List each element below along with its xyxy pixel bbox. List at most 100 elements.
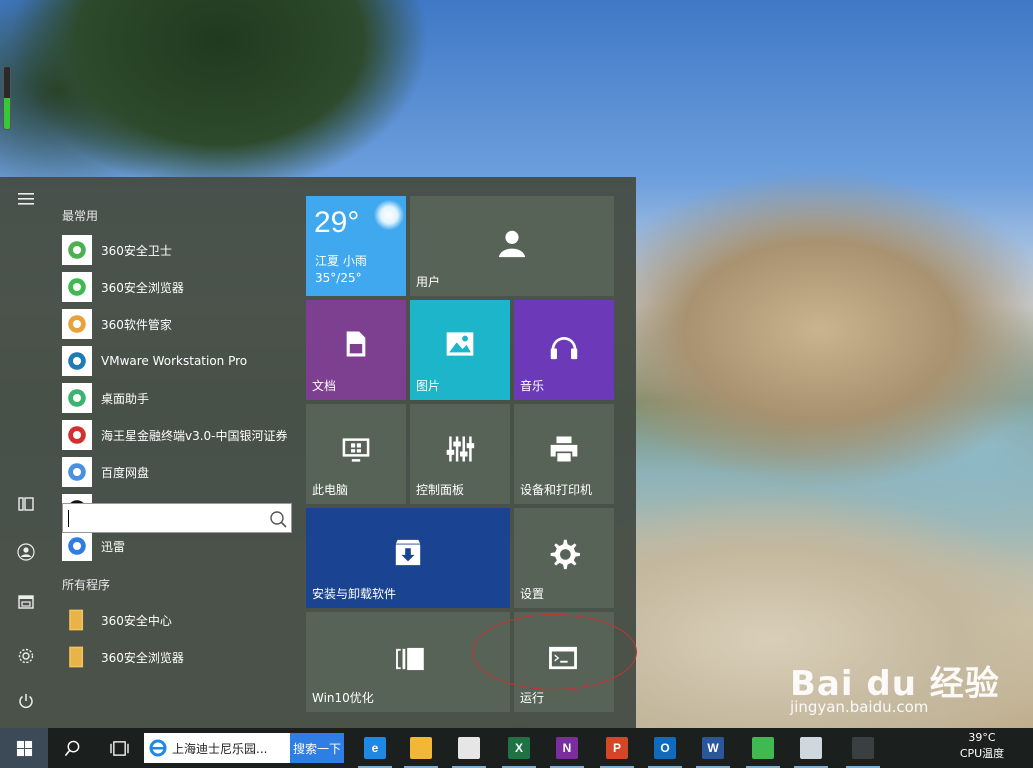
search-input[interactable]: [69, 508, 269, 530]
task-view-button[interactable]: [98, 728, 140, 768]
this-pc-tile-label: 此电脑: [312, 483, 349, 497]
app-list-item-label: 桌面助手: [101, 391, 150, 406]
ie-search-widget[interactable]: 上海迪士尼乐园... 搜索一下: [144, 733, 344, 763]
watermark-url: jingyan.baidu.com: [790, 698, 929, 716]
pictures-tile-label: 图片: [416, 379, 441, 393]
person-icon: [495, 226, 529, 260]
word-icon: W: [702, 737, 724, 759]
power-button[interactable]: [10, 687, 42, 715]
taskbar-app-button[interactable]: [742, 728, 784, 768]
gear-icon: [852, 737, 874, 759]
taskbar-app-button[interactable]: [842, 728, 884, 768]
360-browser-icon: [62, 272, 92, 302]
weather-location: 江夏 小雨: [315, 254, 367, 268]
sliders-icon: [442, 432, 478, 466]
pictures-tile[interactable]: 图片: [410, 300, 510, 400]
taskbar-app-button[interactable]: [400, 728, 442, 768]
taskbar-search-button[interactable]: [52, 728, 92, 768]
baidu-jingyan-watermark: Bai du 经验 jingyan.baidu.com: [790, 652, 1030, 722]
hamburger-menu-button[interactable]: [10, 185, 42, 213]
taskbar: 上海迪士尼乐园... 搜索一下 e X N P O W 39°C CPU温度: [0, 728, 1033, 768]
app-list-item[interactable]: 360安全浏览器: [62, 640, 300, 674]
app-list-item[interactable]: VMware Workstation Pro: [62, 344, 300, 378]
app-list-item[interactable]: 360软件管家: [62, 307, 300, 341]
start-button[interactable]: [0, 728, 48, 768]
settings-tile-label: 设置: [520, 587, 545, 601]
taskbar-app-button[interactable]: [448, 728, 490, 768]
documents-tile-label: 文档: [312, 379, 337, 393]
outlook-icon: O: [654, 737, 676, 759]
app-list-item-label: 360安全卫士: [101, 243, 172, 258]
tablet-mode-icon: [18, 497, 34, 511]
360-software-manager-icon: [62, 309, 92, 339]
side-gauge-fill: [4, 98, 10, 129]
app-list-item-label: 海王星金融终端v3.0-中国银河证券: [101, 428, 288, 443]
taskbar-app-button[interactable]: X: [498, 728, 540, 768]
devices-printers-tile[interactable]: 设备和打印机: [514, 404, 614, 504]
wallpaper-trees: [0, 0, 470, 180]
app-list: 最常用 360安全卫士 360安全浏览器 360软件管家 VMware Worksta…: [52, 177, 302, 728]
user-tile[interactable]: 用户: [410, 196, 614, 296]
search-icon[interactable]: [269, 510, 287, 528]
control-panel-tile-label: 控制面板: [416, 483, 465, 497]
control-panel-tile[interactable]: 控制面板: [410, 404, 510, 504]
taskbar-app-button[interactable]: O: [644, 728, 686, 768]
highlight-ellipse: [472, 614, 637, 690]
app-list-item-label: VMware Workstation Pro: [101, 354, 248, 368]
all-programs-heading[interactable]: 所有程序: [62, 576, 110, 593]
onenote-icon: N: [556, 737, 578, 759]
cpu-temperature-tray[interactable]: 39°C CPU温度: [952, 730, 1012, 762]
install-uninstall-tile-label: 安装与卸载软件: [312, 587, 397, 601]
app-list-item[interactable]: 百度网盘: [62, 455, 300, 489]
360-browser-icon: [752, 737, 774, 759]
ie-search-text[interactable]: 上海迪士尼乐园...: [172, 740, 275, 757]
weather-tile[interactable]: 29° 江夏 小雨 35°/25°: [306, 196, 406, 296]
install-uninstall-tile[interactable]: 安装与卸载软件: [306, 508, 510, 608]
excel-icon: X: [508, 737, 530, 759]
taskbar-app-button[interactable]: P: [596, 728, 638, 768]
win10-optimize-tile-label: Win10优化: [312, 691, 374, 705]
documents-tile[interactable]: 文档: [306, 300, 406, 400]
app-list-item[interactable]: 360安全中心: [62, 603, 300, 637]
xunlei-icon: [62, 531, 92, 561]
power-icon: [19, 694, 33, 709]
side-gauge-widget: [3, 66, 11, 130]
cpu-temperature-value: 39°C: [968, 731, 996, 744]
folder-icon: [62, 605, 92, 635]
user-account-button[interactable]: [10, 538, 42, 566]
app-list-item[interactable]: 360安全卫士: [62, 233, 300, 267]
app-list-item-label: 迅雷: [101, 539, 126, 554]
desktop-assistant-icon: [62, 383, 92, 413]
app-list-item[interactable]: 360安全浏览器: [62, 270, 300, 304]
weather-range: 35°/25°: [315, 271, 362, 285]
powerpoint-icon: P: [606, 737, 628, 759]
task-view-rail-button[interactable]: [10, 490, 42, 518]
taskbar-app-button[interactable]: e: [354, 728, 396, 768]
start-left-rail: [0, 177, 52, 728]
settings-rail-button[interactable]: [10, 642, 42, 670]
app-list-item-label: 360安全浏览器: [101, 280, 184, 295]
taskbar-app-button[interactable]: [790, 728, 832, 768]
user-tile-label: 用户: [416, 275, 441, 289]
folder-icon: [62, 642, 92, 672]
file-explorer-rail-button[interactable]: [10, 588, 42, 616]
paint-icon: [800, 737, 822, 759]
taskbar-app-button[interactable]: W: [692, 728, 734, 768]
hamburger-icon: [18, 193, 34, 205]
music-tile[interactable]: 音乐: [514, 300, 614, 400]
edge-icon: e: [364, 737, 386, 759]
taskbar-app-button[interactable]: N: [546, 728, 588, 768]
gear-icon: [546, 536, 582, 572]
this-pc-tile[interactable]: 此电脑: [306, 404, 406, 504]
ie-search-button[interactable]: 搜索一下: [290, 733, 344, 763]
search-box[interactable]: [62, 503, 292, 533]
app-list-item[interactable]: 迅雷: [62, 529, 300, 563]
sun-icon: [374, 200, 404, 230]
run-tile-label: 运行: [520, 691, 545, 705]
music-tile-label: 音乐: [520, 379, 545, 393]
app-list-item[interactable]: 海王星金融终端v3.0-中国银河证券: [62, 418, 300, 452]
baidu-netdisk-icon: [62, 457, 92, 487]
settings-tile[interactable]: 设置: [514, 508, 614, 608]
app-list-item[interactable]: 桌面助手: [62, 381, 300, 415]
app-list-item-label: 百度网盘: [101, 465, 150, 480]
